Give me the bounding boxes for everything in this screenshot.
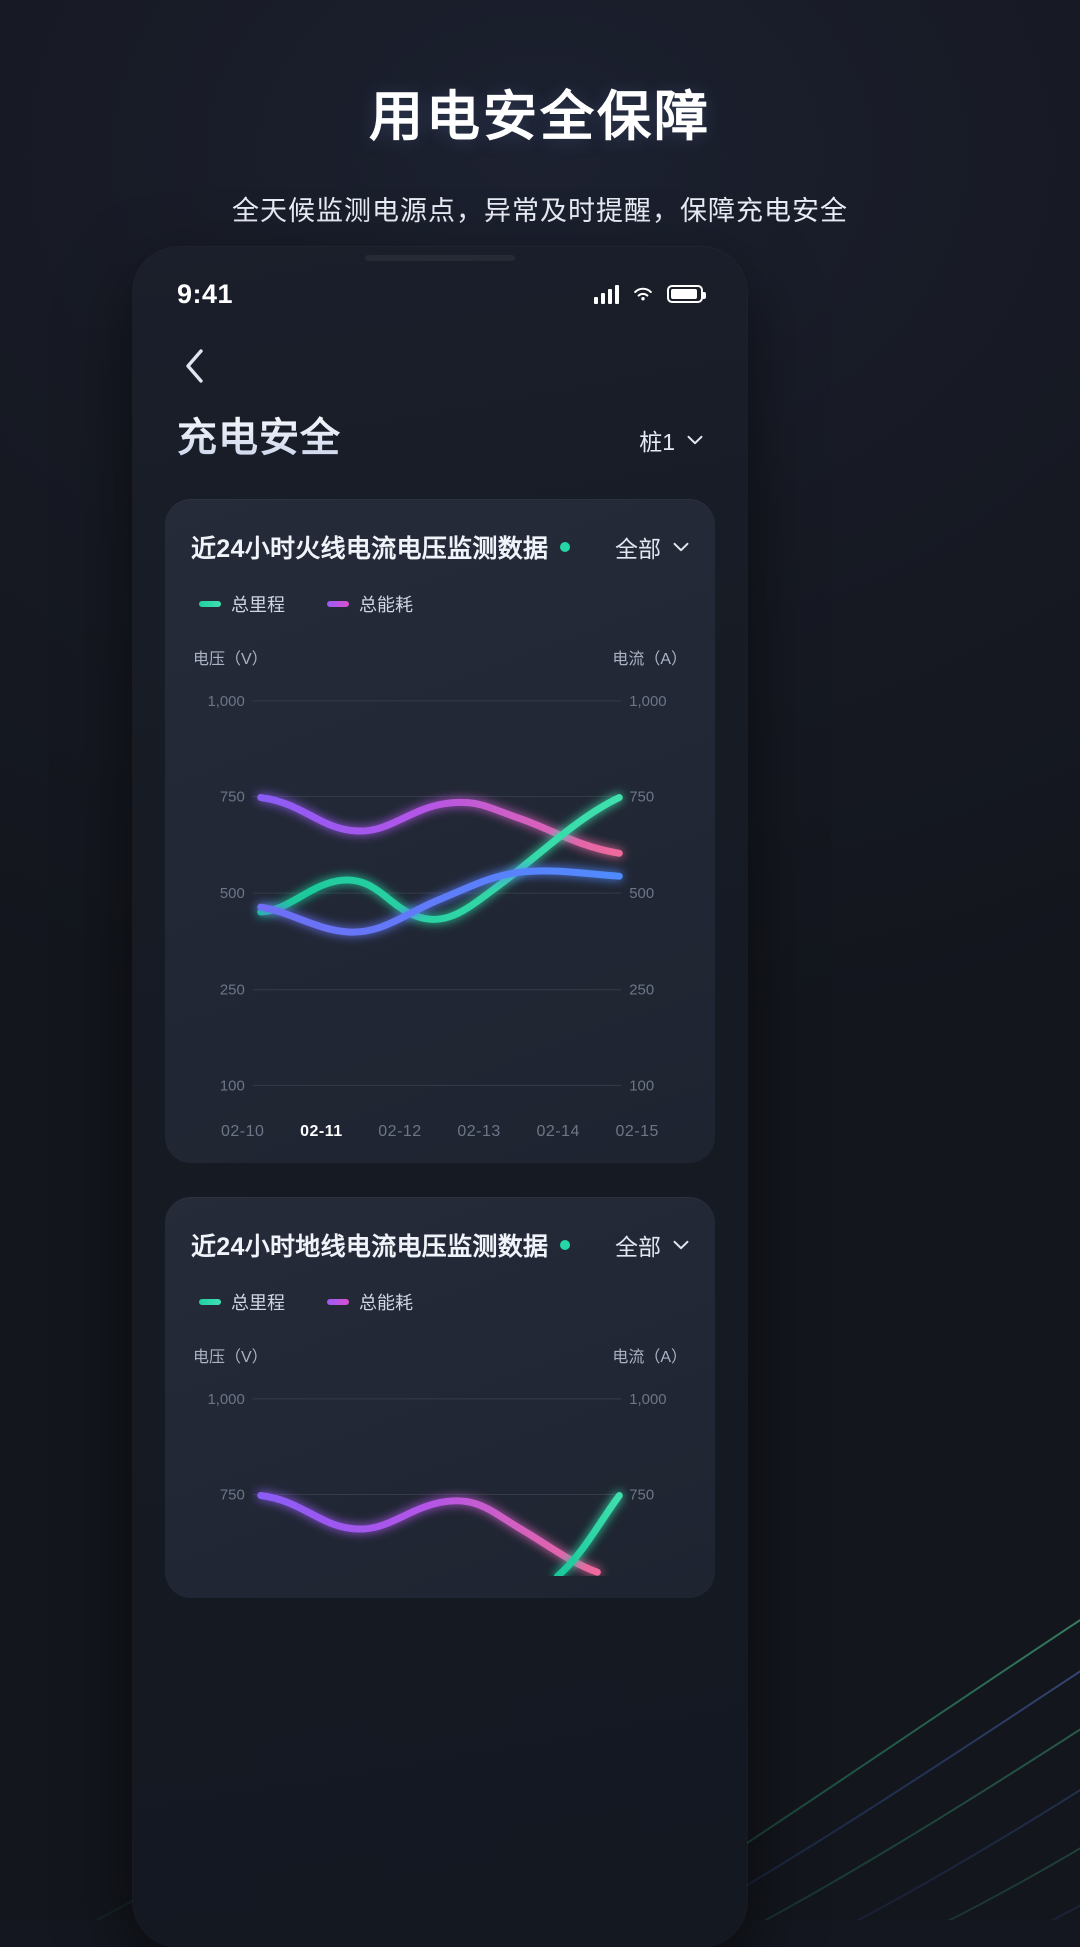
scope-selector-label: 全部 (615, 1234, 661, 1261)
wifi-icon (634, 287, 652, 301)
legend-swatch-teal (199, 601, 221, 607)
legend-label: 总能耗 (359, 595, 413, 615)
legend-item[interactable]: 总里程 (199, 1289, 285, 1315)
x-axis-ticks: 02-10 02-11 02-12 02-13 02-14 02-15 (191, 1123, 689, 1141)
legend-swatch-magenta (327, 601, 349, 607)
hero-section: 用电安全保障 全天候监测电源点，异常及时提醒，保障充电安全 (0, 0, 1080, 228)
x-tick: 02-13 (457, 1123, 501, 1141)
axis-right-title: 电流（A） (612, 651, 687, 668)
screen-header: 充电安全 桩1 (133, 383, 747, 463)
svg-text:750: 750 (220, 789, 245, 806)
svg-text:250: 250 (629, 982, 654, 999)
chevron-down-icon (673, 1241, 689, 1250)
svg-text:750: 750 (629, 1487, 654, 1504)
scope-selector-label: 全部 (615, 536, 661, 562)
svg-text:100: 100 (220, 1077, 245, 1094)
card-list: 近24小时火线电流电压监测数据 全部 总里程 总能耗 电压（V） 电流（A） 1… (133, 463, 747, 1599)
y-axis-left-ticks: 1,000 750 (207, 1391, 244, 1504)
x-tick: 02-14 (536, 1123, 580, 1141)
x-tick: 02-10 (221, 1123, 265, 1141)
back-button[interactable] (177, 349, 211, 383)
nav-bar (133, 323, 747, 383)
online-dot-icon (560, 542, 571, 552)
svg-text:1,000: 1,000 (207, 693, 244, 710)
axis-titles: 电压（V） 电流（A） (191, 1343, 689, 1367)
legend-swatch-magenta (327, 1299, 349, 1306)
legend-item[interactable]: 总里程 (199, 591, 285, 617)
series-line-mileage (554, 1492, 623, 1577)
phone-mockup: 9:41 充电安全 桩1 近24小时火线电流电压监测数据 全部 总里程 总能耗 … (133, 247, 747, 1947)
pile-selector-label: 桩1 (639, 429, 675, 455)
legend-label: 总能耗 (359, 1293, 413, 1314)
y-axis-right-ticks: 1,000 750 500 250 100 (629, 693, 666, 1094)
svg-text:1,000: 1,000 (629, 1391, 666, 1408)
chart-gridlines (252, 1398, 622, 1496)
card-header: 近24小时地线电流电压监测数据 全部 (191, 1227, 689, 1263)
legend-item[interactable]: 总能耗 (327, 1289, 413, 1315)
card-title-wrap: 近24小时地线电流电压监测数据 (191, 1227, 571, 1263)
svg-text:1,000: 1,000 (207, 1391, 244, 1408)
phone-notch (365, 255, 515, 261)
battery-icon (667, 285, 706, 303)
cellular-signal-icon (594, 284, 619, 304)
page-title: 用电安全保障 (369, 87, 711, 147)
x-tick: 02-12 (378, 1123, 422, 1141)
chart-card-ground-wire: 近24小时地线电流电压监测数据 全部 总里程 总能耗 电压（V） 电流（A） 1… (165, 1197, 715, 1599)
screen-title: 充电安全 (177, 405, 341, 463)
chart-legend: 总里程 总能耗 (191, 1289, 689, 1315)
legend-item[interactable]: 总能耗 (327, 591, 413, 617)
y-axis-left-ticks: 1,000 750 500 250 100 (207, 693, 244, 1094)
line-chart-ground-wire: 1,000 750 1,000 750 (207, 1391, 667, 1577)
card-header: 近24小时火线电流电压监测数据 全部 (191, 529, 689, 565)
pile-selector[interactable]: 桩1 (639, 423, 703, 463)
svg-text:250: 250 (220, 982, 245, 999)
svg-text:500: 500 (629, 885, 654, 902)
status-icons (594, 284, 706, 304)
card-title: 近24小时火线电流电压监测数据 (191, 535, 549, 563)
legend-label: 总里程 (231, 595, 285, 615)
svg-text:500: 500 (220, 885, 245, 902)
chart-plot-area: 1,000 750 500 250 100 1,000 750 500 250 … (191, 679, 689, 1117)
svg-text:750: 750 (629, 789, 654, 806)
legend-label: 总里程 (231, 1293, 285, 1314)
page-subtitle: 全天候监测电源点，异常及时提醒，保障充电安全 (232, 196, 848, 226)
online-dot-icon (560, 1240, 571, 1251)
series-line-energy (257, 794, 623, 857)
y-axis-right-ticks: 1,000 750 (629, 1391, 666, 1504)
chevron-down-icon (673, 542, 689, 552)
x-tick: 02-15 (615, 1123, 659, 1141)
svg-text:750: 750 (220, 1487, 245, 1504)
axis-right-title: 电流（A） (612, 1349, 687, 1367)
series-line-energy (257, 1492, 601, 1576)
x-tick-active: 02-11 (300, 1123, 343, 1141)
back-chevron-icon (186, 349, 203, 383)
axis-titles: 电压（V） 电流（A） (191, 645, 689, 669)
svg-text:1,000: 1,000 (629, 693, 666, 710)
scope-selector[interactable]: 全部 (615, 1228, 689, 1262)
card-title-wrap: 近24小时火线电流电压监测数据 (191, 529, 571, 565)
axis-left-title: 电压（V） (193, 651, 268, 668)
line-chart-live-wire: 1,000 750 500 250 100 1,000 750 500 250 … (207, 693, 666, 1094)
chart-legend: 总里程 总能耗 (191, 591, 689, 617)
scope-selector[interactable]: 全部 (615, 530, 689, 564)
chevron-down-icon (687, 435, 703, 445)
legend-swatch-teal (199, 1299, 221, 1306)
series-line-current (257, 867, 623, 936)
chart-plot-area: 1,000 750 1,000 750 (191, 1377, 689, 1577)
status-time: 9:41 (177, 278, 234, 309)
svg-text:100: 100 (629, 1077, 654, 1094)
chart-card-live-wire: 近24小时火线电流电压监测数据 全部 总里程 总能耗 电压（V） 电流（A） 1… (165, 499, 715, 1164)
card-title: 近24小时地线电流电压监测数据 (191, 1233, 549, 1262)
axis-left-title: 电压（V） (193, 1349, 268, 1367)
